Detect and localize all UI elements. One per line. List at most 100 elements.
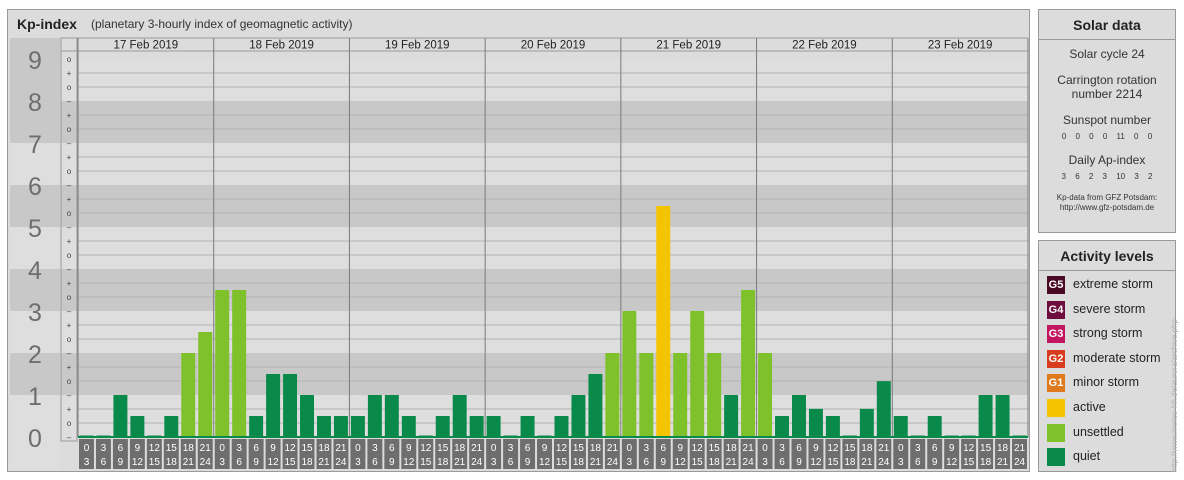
hour-to-label: 3: [219, 457, 225, 468]
kp-band: [61, 143, 1028, 185]
solar-cycle: Solar cycle 24: [1069, 47, 1145, 61]
kp-bar: [469, 416, 484, 437]
day-label: 18 Feb 2019: [249, 40, 314, 52]
hour-from-label: 12: [827, 443, 839, 454]
legend-label: minor storm: [1073, 375, 1139, 390]
sub-tick-label: o: [67, 167, 72, 176]
hour-to-label: 21: [183, 457, 195, 468]
hour-from-label: 18: [183, 443, 195, 454]
sub-tick-label: +: [67, 405, 72, 414]
hour-to-label: 6: [644, 457, 650, 468]
hour-to-label: 24: [1014, 457, 1026, 468]
legend-swatch: [1047, 399, 1065, 417]
legend-swatch: G5: [1047, 276, 1065, 294]
sub-tick-label: o: [67, 125, 72, 134]
hour-to-label: 6: [101, 457, 107, 468]
hour-from-label: 21: [878, 443, 890, 454]
hour-from-label: 21: [743, 443, 755, 454]
hour-from-label: 6: [932, 443, 938, 454]
hour-to-label: 3: [762, 457, 768, 468]
kp-bar: [690, 311, 705, 437]
sub-tick-label: o: [67, 335, 72, 344]
hour-from-label: 21: [471, 443, 483, 454]
kp-bar: [792, 395, 806, 437]
sub-tick-label: o: [67, 377, 72, 386]
legend-label: extreme storm: [1073, 277, 1153, 291]
credit-line2: http://www.gfz-potsdam.de: [1059, 203, 1155, 212]
sub-tick-label: o: [67, 251, 72, 260]
sub-tick-label: –: [67, 307, 72, 316]
kp-bar: [978, 395, 993, 437]
hour-to-label: 15: [556, 457, 568, 468]
hour-to-label: 18: [437, 457, 449, 468]
kp-bar: [893, 416, 908, 437]
hour-to-label: 18: [166, 457, 178, 468]
y-tick-label: 8: [28, 89, 42, 117]
day-label: 21 Feb 2019: [656, 40, 721, 52]
sub-tick-label: –: [67, 223, 72, 232]
legend-swatch: [1047, 448, 1065, 467]
sub-tick-label: o: [67, 419, 72, 428]
y-tick-label: 1: [28, 383, 42, 411]
kp-bar: [775, 416, 789, 437]
sub-tick-label: o: [67, 83, 72, 92]
hour-from-label: 9: [949, 443, 955, 454]
kp-band: [61, 269, 1028, 311]
hour-from-label: 12: [149, 443, 161, 454]
hour-from-label: 9: [406, 443, 412, 454]
hour-from-label: 3: [508, 443, 514, 454]
hour-to-label: 12: [403, 457, 415, 468]
y-tick-label: 3: [28, 299, 42, 327]
hour-from-label: 21: [335, 443, 347, 454]
hour-from-label: 6: [525, 443, 531, 454]
kp-bar: [758, 353, 773, 437]
hour-to-label: 3: [898, 457, 904, 468]
hour-to-label: 9: [796, 457, 802, 468]
legend-swatch: G4: [1047, 300, 1065, 319]
credit-line1: Kp-data from GFZ Potsdam:: [1056, 193, 1158, 202]
hour-to-label: 24: [878, 457, 890, 468]
hour-to-label: 6: [236, 457, 242, 468]
day-label: 22 Feb 2019: [792, 40, 857, 52]
hour-to-label: 15: [692, 457, 704, 468]
hour-from-label: 15: [573, 443, 585, 454]
sub-tick-label: –: [67, 349, 72, 358]
y-tick-label: 7: [28, 131, 42, 159]
hour-from-label: 12: [284, 443, 296, 454]
hour-from-label: 6: [253, 443, 259, 454]
kp-bar: [605, 353, 620, 437]
hour-from-label: 6: [660, 443, 666, 454]
sub-tick-label: –: [67, 433, 72, 442]
hour-to-label: 6: [779, 457, 785, 468]
hour-from-label: 9: [542, 443, 548, 454]
hour-to-label: 21: [454, 457, 466, 468]
legend-label: moderate storm: [1073, 350, 1161, 365]
hour-from-label: 3: [372, 443, 378, 454]
hour-to-label: 3: [491, 457, 497, 468]
ap-values: 3 6 2 3 10 3 2: [1061, 172, 1153, 181]
kp-bar: [384, 395, 399, 437]
hour-to-label: 24: [607, 457, 619, 468]
kp-bar: [486, 416, 501, 437]
kp-bar: [333, 416, 348, 437]
hour-to-label: 15: [420, 457, 432, 468]
hour-to-label: 18: [980, 457, 992, 468]
hour-from-label: 21: [607, 443, 619, 454]
hour-to-label: 12: [268, 457, 280, 468]
hour-from-label: 0: [491, 443, 497, 454]
kp-bar: [232, 290, 247, 437]
hour-to-label: 15: [963, 457, 975, 468]
hour-from-label: 18: [726, 443, 738, 454]
legend-swatch: G2: [1047, 349, 1065, 368]
hour-from-label: 15: [980, 443, 992, 454]
hour-to-label: 3: [355, 457, 361, 468]
hour-from-label: 15: [166, 443, 178, 454]
kp-bar: [707, 353, 722, 437]
hour-from-label: 3: [644, 443, 650, 454]
legend-label: strong storm: [1073, 326, 1143, 341]
hour-from-label: 3: [101, 443, 107, 454]
hour-from-label: 6: [389, 443, 395, 454]
kp-bar: [435, 416, 450, 437]
hour-from-label: 15: [709, 443, 721, 454]
hour-to-label: 12: [675, 457, 687, 468]
